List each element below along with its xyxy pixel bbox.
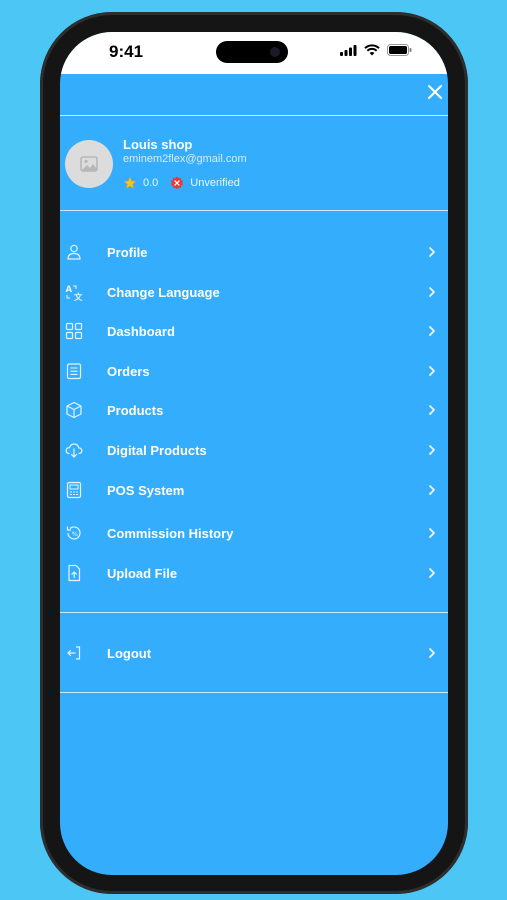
cloud-download-icon [65, 443, 83, 458]
logout-divider [60, 692, 448, 693]
side-drawer: 9:41 Louis shop eminem2flex@gmail.com 0.… [60, 32, 448, 875]
chevron-right-icon [429, 485, 435, 495]
menu-item-label: Dashboard [107, 323, 175, 339]
menu-item-digital-products[interactable]: Digital Products [60, 433, 448, 467]
translate-icon: A 文 [66, 285, 84, 301]
image-placeholder-icon [80, 156, 98, 172]
star-icon [123, 176, 137, 189]
menu-item-label: Change Language [107, 284, 220, 300]
rating-value: 0.0 [143, 177, 159, 189]
chevron-right-icon [429, 405, 435, 415]
logout-icon [67, 646, 81, 660]
svg-text:文: 文 [74, 292, 83, 301]
close-icon[interactable] [426, 83, 444, 101]
menu-item-label: Digital Products [107, 442, 207, 458]
menu-item-products[interactable]: Products [60, 393, 448, 427]
chevron-right-icon [429, 287, 435, 297]
chevron-right-icon [429, 648, 435, 658]
chevron-right-icon [429, 445, 435, 455]
chevron-right-icon [429, 326, 435, 336]
wifi-icon [364, 44, 380, 56]
header-divider [60, 115, 448, 116]
menu-item-label: Orders [107, 363, 150, 379]
pos-icon [66, 481, 82, 499]
menu-item-label: Products [107, 402, 164, 418]
menu-divider [60, 612, 448, 613]
battery-icon [387, 44, 412, 56]
svg-text:%: % [72, 530, 78, 538]
svg-text:A: A [66, 285, 73, 295]
cellular-signal-icon [340, 44, 357, 56]
dashboard-icon [65, 322, 83, 340]
verification-status: Unverified [190, 177, 240, 189]
chevron-right-icon [429, 528, 435, 538]
menu-item-pos-system[interactable]: POS System [60, 473, 448, 507]
menu-item-orders[interactable]: Orders [60, 354, 448, 388]
menu-item-label: Profile [107, 244, 148, 260]
status-time: 9:41 [109, 42, 144, 61]
shop-name: Louis shop [123, 137, 193, 152]
menu-item-profile[interactable]: Profile [60, 235, 448, 269]
chevron-right-icon [429, 366, 435, 376]
avatar[interactable] [65, 140, 113, 188]
menu-item-label: Upload File [107, 565, 178, 581]
profile-divider [60, 210, 448, 211]
status-bar: 9:41 [60, 32, 448, 74]
menu-item-upload-file[interactable]: Upload File [60, 556, 448, 590]
menu-item-dashboard[interactable]: Dashboard [60, 314, 448, 348]
menu-item-label: POS System [107, 482, 185, 498]
menu-item-change-language[interactable]: A 文 Change Language [60, 275, 448, 309]
rating-row: 0.0 Unverified [123, 176, 240, 190]
user-icon [67, 244, 81, 260]
dynamic-island [216, 41, 288, 63]
status-icons [340, 44, 412, 56]
unverified-badge-icon [171, 176, 184, 190]
menu-item-commission-history[interactable]: % Commission History [60, 516, 448, 550]
chevron-right-icon [429, 247, 435, 257]
logout-label: Logout [107, 645, 152, 661]
box-icon [66, 401, 82, 419]
shop-email: eminem2flex@gmail.com [123, 153, 247, 165]
chevron-right-icon [429, 568, 435, 578]
commission-history-icon: % [66, 526, 81, 540]
menu-item-logout[interactable]: Logout [60, 636, 448, 670]
upload-file-icon [68, 564, 81, 582]
orders-icon [66, 363, 82, 380]
menu-item-label: Commission History [107, 525, 234, 541]
